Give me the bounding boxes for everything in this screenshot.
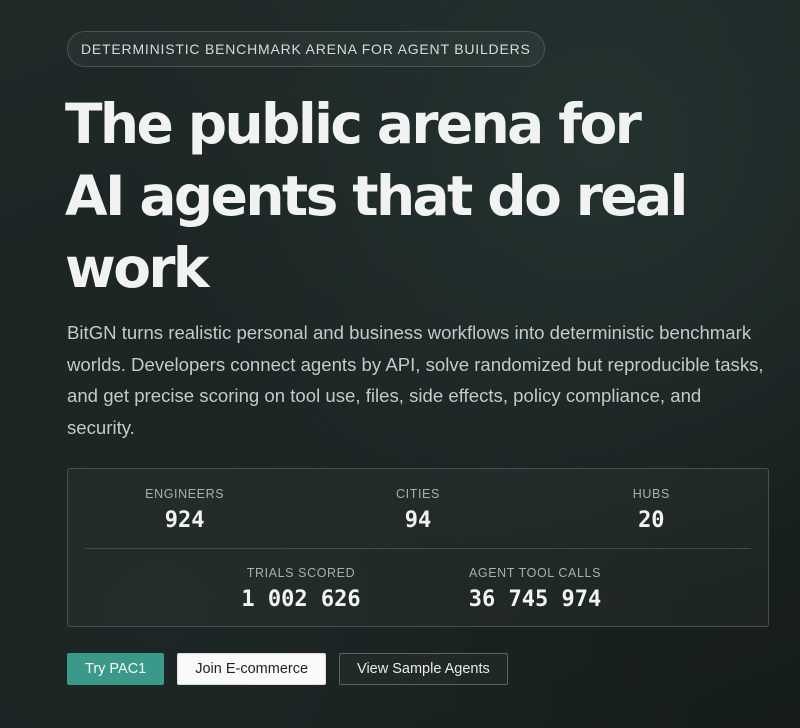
stats-row-bottom: TRIALS SCORED 1 002 626 AGENT TOOL CALLS…: [68, 566, 768, 613]
stat-label: CITIES: [396, 487, 440, 501]
try-pac1-button[interactable]: Try PAC1: [67, 653, 165, 685]
stat-engineers: ENGINEERS 924: [68, 487, 301, 534]
stat-trials-scored: TRIALS SCORED 1 002 626: [184, 566, 418, 613]
stats-row-top: ENGINEERS 924 CITIES 94 HUBS 20: [68, 487, 768, 534]
stat-hubs: HUBS 20: [535, 487, 768, 534]
stat-label: TRIALS SCORED: [246, 566, 356, 580]
hero-section: DETERMINISTIC BENCHMARK ARENA FOR AGENT …: [65, 31, 771, 685]
stat-label: AGENT TOOL CALLS: [468, 566, 602, 580]
stat-label: HUBS: [632, 487, 670, 501]
eyebrow-badge: DETERMINISTIC BENCHMARK ARENA FOR AGENT …: [67, 31, 545, 67]
stat-label: ENGINEERS: [145, 487, 225, 501]
action-buttons: Try PAC1 Join E-commerce View Sample Age…: [67, 653, 771, 685]
stat-value: 36 745 974: [468, 587, 602, 612]
stat-value: 1 002 626: [241, 587, 361, 612]
stat-value: 20: [638, 508, 665, 533]
lead-paragraph: BitGN turns realistic personal and busin…: [67, 322, 764, 438]
stats-panel: ENGINEERS 924 CITIES 94 HUBS 20 TRIALS S…: [67, 468, 769, 627]
stats-divider: [85, 548, 751, 549]
stat-cities: CITIES 94: [301, 487, 534, 534]
view-sample-agents-button[interactable]: View Sample Agents: [339, 653, 508, 685]
page-title: The public arena for AI agents that do r…: [65, 92, 688, 300]
stat-agent-tool-calls: AGENT TOOL CALLS 36 745 974: [418, 566, 652, 613]
stat-value: 94: [404, 508, 432, 533]
join-ecommerce-button[interactable]: Join E-commerce: [177, 653, 327, 685]
stat-value: 924: [164, 508, 205, 533]
